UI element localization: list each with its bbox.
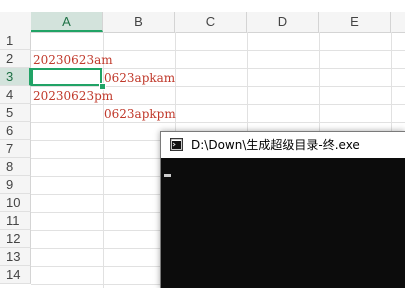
row-header-9[interactable]: 9 bbox=[0, 176, 31, 194]
row-header-13[interactable]: 13 bbox=[0, 248, 31, 266]
gridline bbox=[31, 122, 405, 123]
row-header-5[interactable]: 5 bbox=[0, 104, 31, 122]
column-header-c[interactable]: C bbox=[175, 12, 247, 32]
column-header-d[interactable]: D bbox=[247, 12, 319, 32]
row-header-14[interactable]: 14 bbox=[0, 266, 31, 284]
console-titlebar[interactable]: D:\Down\生成超级目录-终.exe bbox=[161, 132, 405, 159]
column-header-f-partial[interactable] bbox=[391, 12, 405, 32]
row-header-8[interactable]: 8 bbox=[0, 158, 31, 176]
row-header-11[interactable]: 11 bbox=[0, 212, 31, 230]
row-header-4[interactable]: 4 bbox=[0, 86, 31, 104]
console-title: D:\Down\生成超级目录-终.exe bbox=[191, 138, 360, 152]
row-header-6[interactable]: 6 bbox=[0, 122, 31, 140]
row-header-3[interactable]: 3 bbox=[0, 68, 31, 86]
column-header-a[interactable]: A bbox=[31, 12, 103, 32]
desktop-screen: A B C D E 1 2 3 4 5 6 7 8 9 10 11 12 13 … bbox=[0, 0, 405, 288]
column-header-e[interactable]: E bbox=[319, 12, 391, 32]
row-header-10[interactable]: 10 bbox=[0, 194, 31, 212]
row-header-1[interactable]: 1 bbox=[0, 32, 31, 50]
column-header-b[interactable]: B bbox=[103, 12, 175, 32]
row-header-2[interactable]: 2 bbox=[0, 50, 31, 68]
row-header-7[interactable]: 7 bbox=[0, 140, 31, 158]
cell-b3[interactable]: 0623apkam bbox=[104, 69, 175, 87]
cell-b5[interactable]: 0623apkpm bbox=[104, 105, 176, 123]
column-header-row: A B C D E bbox=[0, 12, 405, 33]
console-output-area[interactable] bbox=[161, 158, 405, 288]
select-all-corner[interactable] bbox=[0, 12, 32, 32]
cell-a2[interactable]: 20230623am bbox=[33, 51, 113, 69]
console-window[interactable]: D:\Down\生成超级目录-终.exe bbox=[160, 131, 405, 288]
cell-a4[interactable]: 20230623pm bbox=[33, 87, 113, 105]
row-header-12[interactable]: 12 bbox=[0, 230, 31, 248]
text-cursor bbox=[164, 174, 171, 177]
console-app-icon bbox=[170, 138, 183, 151]
active-cell-a3[interactable] bbox=[31, 68, 102, 86]
